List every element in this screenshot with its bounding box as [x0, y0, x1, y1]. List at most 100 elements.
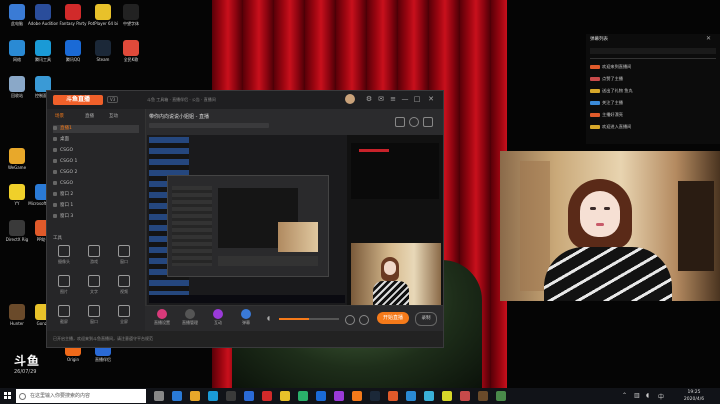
- scene-item[interactable]: 直播1: [53, 125, 139, 133]
- taskbar-search-input[interactable]: 在这里输入你要搜索的内容: [16, 389, 146, 403]
- tray-chevron-icon[interactable]: ⌃: [622, 392, 627, 399]
- taskbar-app-icon[interactable]: [280, 391, 290, 401]
- gear-icon[interactable]: [359, 315, 369, 325]
- settings-icon[interactable]: ⚙: [365, 95, 373, 103]
- network-icon[interactable]: ▥: [634, 392, 640, 399]
- taskbar-app-icon[interactable]: [460, 391, 470, 401]
- taskbar-app-icon[interactable]: [424, 391, 434, 401]
- taskbar-app-icon[interactable]: [352, 391, 362, 401]
- menu-icon[interactable]: ≡: [389, 95, 397, 103]
- taskbar-app-icon[interactable]: [496, 391, 506, 401]
- taskbar-app-icon[interactable]: [172, 391, 182, 401]
- eye-icon[interactable]: [53, 180, 57, 185]
- tool-button[interactable]: 摄像头: [53, 245, 75, 267]
- maximize-icon[interactable]: □: [413, 95, 421, 103]
- scene-item[interactable]: 窗口 2: [53, 191, 139, 199]
- message-icon[interactable]: ✉: [377, 95, 385, 103]
- tab-live[interactable]: 直播: [85, 113, 94, 119]
- taskbar-app-icon[interactable]: [406, 391, 416, 401]
- chat-message[interactable]: 送出了礼物 鱼丸: [590, 88, 633, 94]
- windows-start-icon[interactable]: [2, 390, 14, 402]
- taskbar-app-icon[interactable]: [334, 391, 344, 401]
- scene-item[interactable]: CSGO: [53, 147, 139, 155]
- minimize-icon[interactable]: —: [401, 95, 409, 103]
- stream-info-line: [149, 123, 269, 128]
- tab-interact[interactable]: 互动: [109, 113, 118, 119]
- taskbar-app-icon[interactable]: [370, 391, 380, 401]
- desktop-icon[interactable]: Fantasy Party: [58, 4, 88, 38]
- scene-item[interactable]: 桌面: [53, 136, 139, 144]
- taskbar-app-icon[interactable]: [262, 391, 272, 401]
- volume-icon[interactable]: ◖: [646, 392, 649, 399]
- close-icon[interactable]: ✕: [427, 95, 435, 103]
- taskbar-app-icon[interactable]: [478, 391, 488, 401]
- more-icon[interactable]: [423, 117, 433, 127]
- chat-message[interactable]: 关注了主播: [590, 100, 623, 106]
- stats-icon[interactable]: [409, 117, 419, 127]
- chat-message[interactable]: 点赞了主播: [590, 76, 623, 82]
- eye-icon[interactable]: [53, 202, 57, 207]
- stream-preview[interactable]: [147, 135, 443, 305]
- eye-icon[interactable]: [53, 213, 57, 218]
- tool-button[interactable]: 窗口: [113, 245, 135, 267]
- scene-item[interactable]: CSGO 1: [53, 158, 139, 166]
- live-settings-button[interactable]: 直播设置: [149, 309, 175, 326]
- taskbar-app-icon[interactable]: [298, 391, 308, 401]
- danmaku-button[interactable]: 弹幕: [233, 309, 259, 326]
- header-notice[interactable]: 斗鱼 工具箱 · 直播伴侣 · 公告 · 直播间: [147, 97, 216, 103]
- volume-slider[interactable]: [279, 318, 339, 320]
- ime-icon[interactable]: 中: [658, 392, 664, 401]
- scene-item[interactable]: 窗口 1: [53, 202, 139, 210]
- tool-button[interactable]: 全屏: [113, 305, 135, 327]
- taskbar-app-icon[interactable]: [154, 391, 164, 401]
- eye-icon[interactable]: [53, 136, 57, 141]
- tool-button[interactable]: 窗口: [83, 305, 105, 327]
- taskbar-clock[interactable]: 19:25 2020/4/6: [672, 389, 716, 403]
- tool-button[interactable]: 游戏: [83, 245, 105, 267]
- desktop-icon[interactable]: 中望字体: [116, 4, 146, 38]
- desktop-icon[interactable]: WeGame: [2, 148, 32, 182]
- taskbar-app-icon[interactable]: [388, 391, 398, 401]
- taskbar-app-icon[interactable]: [442, 391, 452, 401]
- control-bar: 直播设置 直播管理 互动 弹幕 ◖ 开始直播 录制: [145, 305, 443, 332]
- tool-button[interactable]: 文字: [83, 275, 105, 297]
- eye-icon[interactable]: [53, 158, 57, 163]
- webcam-feed: [500, 151, 720, 301]
- chat-message-text: 送出了礼物 鱼丸: [602, 88, 633, 93]
- scene-item[interactable]: 窗口 3: [53, 213, 139, 221]
- desktop-icon[interactable]: Steam: [88, 40, 118, 74]
- eye-icon[interactable]: [53, 191, 57, 196]
- desktop-icon[interactable]: 腾讯QQ: [58, 40, 88, 74]
- eye-icon[interactable]: [53, 125, 57, 130]
- scene-item[interactable]: CSGO: [53, 180, 139, 188]
- chat-message[interactable]: 欢迎进入直播间: [590, 124, 631, 130]
- record-button[interactable]: 录制: [415, 312, 437, 326]
- desktop-icon[interactable]: Adobe Audition CC: [28, 4, 58, 38]
- taskbar-app-icon[interactable]: [190, 391, 200, 401]
- stream-title[interactable]: 带你内向说说小姐姐 - 直播: [149, 113, 209, 120]
- scene-item[interactable]: CSGO 2: [53, 169, 139, 177]
- taskbar-app-icon[interactable]: [226, 391, 236, 401]
- start-live-button[interactable]: 开始直播: [377, 312, 409, 324]
- tool-button[interactable]: 图片: [53, 275, 75, 297]
- taskbar-app-icon[interactable]: [208, 391, 218, 401]
- taskbar-app-icon[interactable]: [316, 391, 326, 401]
- mic-icon[interactable]: [345, 315, 355, 325]
- tool-button[interactable]: 视频: [113, 275, 135, 297]
- eye-icon[interactable]: [53, 169, 57, 174]
- avatar[interactable]: [345, 94, 355, 104]
- live-manage-button[interactable]: 直播管理: [177, 309, 203, 326]
- desktop-icon[interactable]: PotPlayer 64 bit: [88, 4, 118, 38]
- chat-close-icon[interactable]: ✕: [706, 35, 711, 42]
- interact-button[interactable]: 互动: [205, 309, 231, 326]
- tool-button[interactable]: 截屏: [53, 305, 75, 327]
- chat-message[interactable]: 欢迎来到直播间: [590, 64, 631, 70]
- chat-message[interactable]: 主播好漂亮: [590, 112, 623, 118]
- share-icon[interactable]: [395, 117, 405, 127]
- taskbar-app-icon[interactable]: [244, 391, 254, 401]
- speaker-icon[interactable]: ◖: [267, 315, 275, 323]
- desktop-icon[interactable]: 腾讯工具: [28, 40, 58, 74]
- desktop-icon[interactable]: 全民K歌: [116, 40, 146, 74]
- eye-icon[interactable]: [53, 147, 57, 152]
- tab-scenes[interactable]: 场景: [55, 113, 64, 119]
